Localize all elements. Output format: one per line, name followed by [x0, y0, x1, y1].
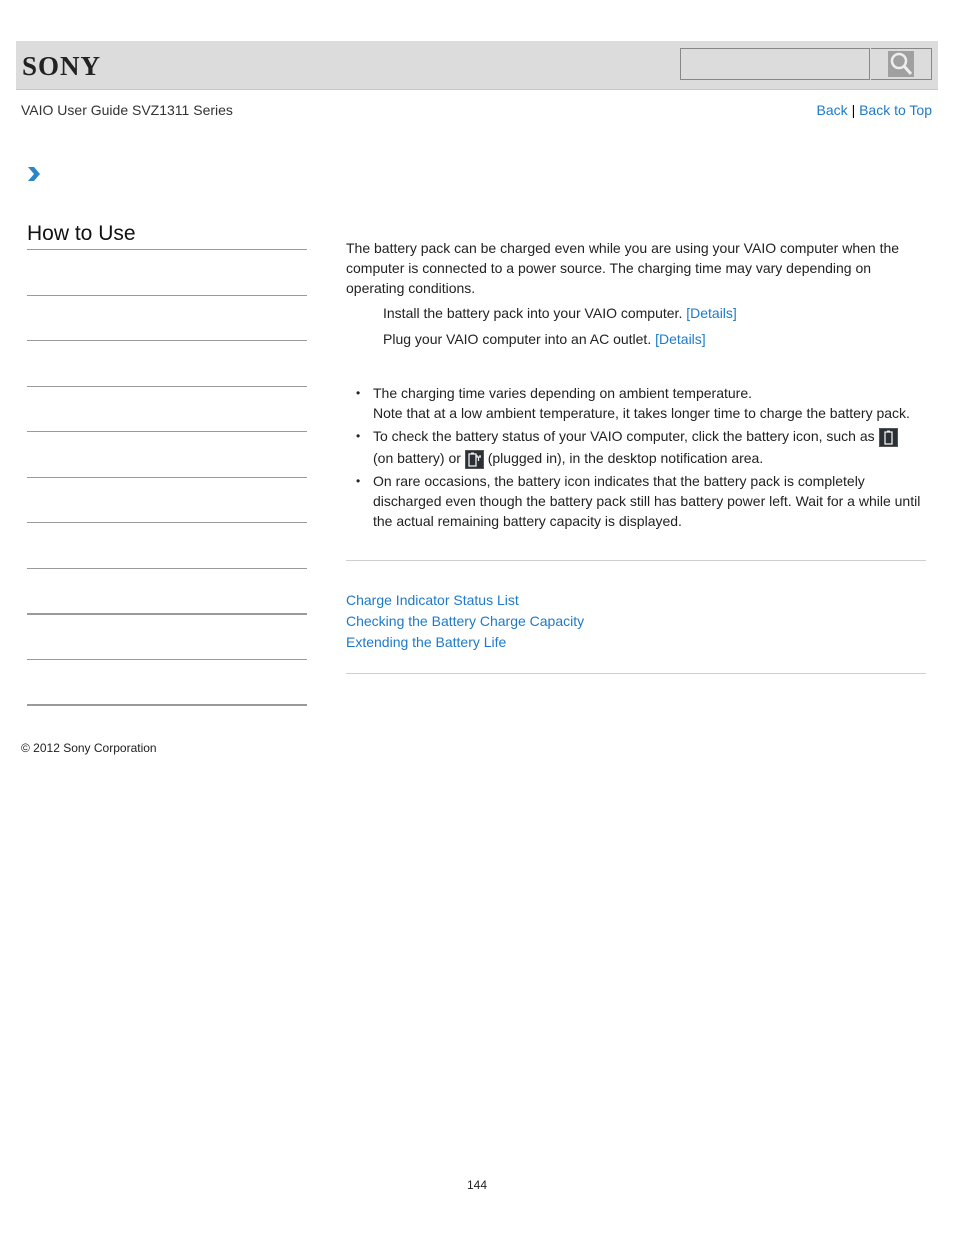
sidebar-item[interactable]: [27, 522, 307, 523]
page-number: 144: [466, 1178, 488, 1192]
plugged-in-battery-icon: [464, 450, 484, 469]
divider: [346, 673, 926, 674]
sidebar-item[interactable]: [27, 704, 307, 706]
intro-paragraph: The battery pack can be charged even whi…: [346, 240, 900, 296]
related-link[interactable]: Charge Indicator Status List: [346, 590, 584, 611]
notes-list: The charging time varies depending on am…: [346, 383, 928, 531]
step-2: Plug your VAIO computer into an AC outle…: [383, 331, 706, 347]
main-content: The battery pack can be charged even whi…: [346, 238, 928, 533]
divider: [346, 560, 926, 561]
related-link[interactable]: Checking the Battery Charge Capacity: [346, 611, 584, 632]
site-header: SONY: [16, 41, 938, 90]
search-input[interactable]: [680, 48, 870, 80]
top-navigation: Back | Back to Top: [817, 102, 932, 118]
sony-logo: SONY: [22, 51, 102, 81]
nav-separator: |: [851, 102, 856, 118]
note-item: To check the battery status of your VAIO…: [356, 425, 928, 469]
chevron-right-icon: [27, 166, 41, 187]
details-link[interactable]: [Details]: [686, 305, 737, 321]
search-icon: [888, 51, 914, 77]
note-item: The charging time varies depending on am…: [356, 383, 928, 423]
copyright: © 2012 Sony Corporation: [21, 741, 157, 755]
sidebar-item[interactable]: [27, 477, 307, 478]
sidebar-item[interactable]: [27, 340, 307, 341]
sidebar-item[interactable]: [27, 613, 307, 615]
back-link[interactable]: Back: [817, 102, 848, 118]
sidebar-item[interactable]: [27, 568, 307, 569]
battery-icon: [878, 428, 898, 447]
guide-title: VAIO User Guide SVZ1311 Series: [21, 102, 233, 118]
details-link[interactable]: [Details]: [655, 331, 706, 347]
related-links: Charge Indicator Status List Checking th…: [346, 590, 584, 653]
step-1: Install the battery pack into your VAIO …: [383, 305, 737, 321]
sidebar-divider: [27, 249, 307, 250]
sidebar-item[interactable]: [27, 431, 307, 432]
sidebar-item[interactable]: [27, 659, 307, 660]
search-button[interactable]: [871, 48, 932, 80]
sidebar-title: How to Use: [27, 222, 136, 245]
sidebar-item[interactable]: [27, 386, 307, 387]
note-item: On rare occasions, the battery icon indi…: [356, 471, 928, 531]
sidebar-item[interactable]: [27, 295, 307, 296]
back-to-top-link[interactable]: Back to Top: [859, 102, 932, 118]
related-link[interactable]: Extending the Battery Life: [346, 632, 584, 653]
